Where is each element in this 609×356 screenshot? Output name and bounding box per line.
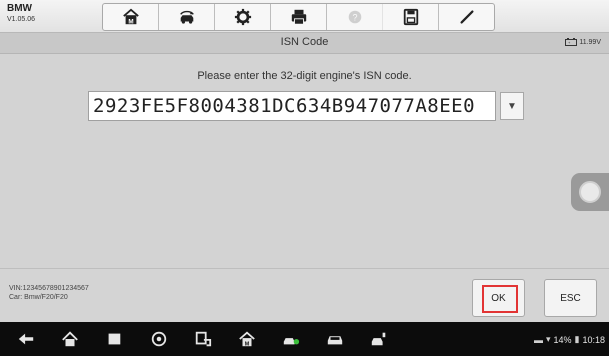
main-content: Please enter the 32-digit engine's ISN c… bbox=[0, 54, 609, 268]
svg-text:+: + bbox=[568, 40, 571, 45]
svg-text:?: ? bbox=[352, 13, 357, 23]
autel-home-icon[interactable]: M bbox=[238, 330, 256, 348]
ok-highlight-box bbox=[482, 285, 518, 313]
assistive-touch-button[interactable] bbox=[571, 173, 609, 211]
clock: 10:18 bbox=[582, 334, 605, 345]
page-title: ISN Code bbox=[280, 36, 329, 48]
back-icon[interactable] bbox=[17, 330, 35, 348]
tools-car-icon[interactable] bbox=[370, 330, 388, 348]
help-button[interactable]: ? bbox=[327, 4, 383, 30]
message-icon: ▬ bbox=[533, 334, 543, 345]
esc-button[interactable]: ESC bbox=[544, 279, 597, 317]
esc-label: ESC bbox=[560, 292, 581, 304]
vehicle-swap-button[interactable] bbox=[159, 4, 215, 30]
battery-voltage-value: 11.99V bbox=[579, 38, 601, 46]
svg-text:M: M bbox=[245, 341, 250, 347]
save-button[interactable] bbox=[383, 4, 439, 30]
assistive-touch-icon bbox=[579, 181, 601, 203]
vci-connect-icon[interactable] bbox=[194, 330, 212, 348]
battery-voltage: + 11.99V bbox=[565, 38, 601, 46]
svg-text:M: M bbox=[128, 18, 133, 25]
home-nav-icon[interactable] bbox=[61, 330, 79, 348]
battery-percent: 14% bbox=[553, 334, 572, 345]
printer-icon bbox=[291, 9, 306, 25]
title-bar: ISN Code + 11.99V bbox=[0, 33, 609, 54]
data-logging-button[interactable] bbox=[439, 4, 494, 30]
app-version: V1.05.06 bbox=[7, 16, 36, 23]
recent-apps-icon[interactable] bbox=[105, 330, 123, 348]
app-name: BMW bbox=[7, 3, 32, 14]
car-text: Car: Bmw/F20/F20 bbox=[9, 294, 68, 301]
status-area: ▬ ▾ 14% ▮ 10:18 bbox=[534, 334, 605, 345]
gear-icon bbox=[234, 8, 251, 26]
battery-icon: + bbox=[565, 38, 578, 46]
save-icon bbox=[403, 8, 418, 26]
pen-icon bbox=[459, 10, 474, 24]
battery-status-icon: ▮ bbox=[574, 334, 580, 344]
service-icon[interactable] bbox=[282, 330, 300, 348]
home-button[interactable]: M bbox=[103, 4, 159, 30]
home-icon: M bbox=[122, 8, 139, 25]
help-icon: ? bbox=[348, 10, 361, 24]
car-icon[interactable] bbox=[326, 330, 344, 348]
wifi-icon: ▾ bbox=[545, 334, 551, 344]
print-button[interactable] bbox=[271, 4, 327, 30]
toolbar: M ? bbox=[102, 3, 495, 31]
car-swap-icon bbox=[179, 10, 194, 24]
isn-dropdown-button[interactable]: ▼ bbox=[500, 92, 524, 120]
browser-icon[interactable] bbox=[150, 330, 168, 348]
isn-code-input[interactable]: 2923FE5F8004381DC634B947077A8EE0 bbox=[88, 91, 496, 121]
instruction-text: Please enter the 32-digit engine's ISN c… bbox=[197, 70, 412, 82]
vin-text: VIN:12345678901234567 bbox=[9, 285, 89, 292]
ok-button[interactable]: OK bbox=[472, 279, 525, 317]
settings-button[interactable] bbox=[215, 4, 271, 30]
footer-bar: VIN:12345678901234567 Car: Bmw/F20/F20 O… bbox=[0, 268, 609, 323]
android-nav-bar: M ▬ ▾ 14% ▮ 10:18 bbox=[0, 322, 609, 356]
dropdown-arrow-icon: ▼ bbox=[507, 100, 517, 112]
top-bar: BMW V1.05.06 M ? bbox=[0, 0, 609, 33]
